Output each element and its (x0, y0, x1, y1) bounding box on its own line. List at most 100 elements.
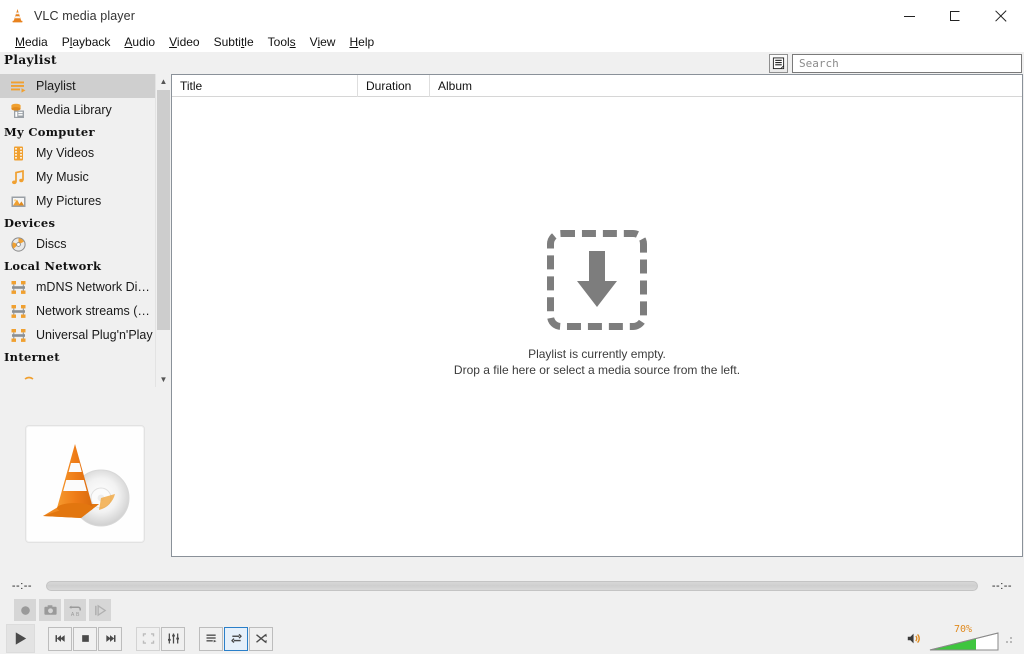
sidebar-item-media-library[interactable]: Media Library (0, 98, 155, 122)
remaining-time: --:-- (991, 580, 1013, 592)
video-filmstrip-icon (10, 145, 27, 162)
playback-controls-row: 70% (0, 623, 1024, 654)
title-bar: VLC media player (0, 0, 1024, 32)
drop-target[interactable]: Playlist is currently empty. Drop a file… (453, 229, 741, 378)
menu-help[interactable]: Help (342, 33, 381, 51)
view-controls-group (136, 626, 185, 651)
sidebar-group-header: Internet (4, 350, 60, 364)
menu-subtitle[interactable]: Subtitle (207, 33, 261, 51)
menu-bar: Media Playback Audio Video Subtitle Tool… (0, 32, 1024, 52)
sidebar-item-universal-plug-n-play[interactable]: Universal Plug'n'Play (0, 323, 155, 347)
snapshot-button[interactable] (39, 599, 61, 621)
sidebar-item-label: My Videos (36, 146, 95, 160)
playlist-empty-area[interactable]: Playlist is currently empty. Drop a file… (172, 97, 1022, 556)
previous-button[interactable] (48, 626, 72, 651)
empty-state-line-2: Drop a file here or select a media sourc… (453, 362, 741, 377)
vlc-cone-logo (25, 425, 145, 543)
maximize-button[interactable] (932, 0, 978, 32)
menu-view[interactable]: View (303, 33, 343, 51)
title-bar-left: VLC media player (0, 8, 135, 24)
sidebar-item-mdns-network-discovery[interactable]: mDNS Network Disco... (0, 275, 155, 299)
sidebar-item-label: My Music (36, 170, 89, 184)
main-body: Playlist Media Library My Computer My Vi… (0, 74, 1024, 575)
sidebar-item-my-pictures[interactable]: My Pictures (0, 189, 155, 213)
vlc-cone-icon (9, 8, 26, 24)
sidebar-item-playlist[interactable]: Playlist (0, 74, 155, 98)
sidebar: Playlist Media Library My Computer My Vi… (0, 74, 170, 575)
menu-tools[interactable]: Tools (261, 33, 303, 51)
sidebar-item-label: Network streams (SAP) (36, 304, 155, 318)
column-header-album[interactable]: Album (430, 75, 1022, 97)
picture-icon (10, 193, 27, 210)
playlist-tools-group (199, 626, 273, 651)
play-button[interactable] (6, 624, 35, 653)
media-library-icon (10, 102, 27, 119)
column-header-duration[interactable]: Duration (358, 74, 430, 97)
chevron-down-icon[interactable]: ▼ (156, 372, 171, 387)
window-controls (886, 0, 1024, 32)
extended-controls-row: A B (0, 597, 1024, 623)
playlist-icon (10, 78, 27, 95)
close-icon (995, 10, 1007, 22)
transport-group (48, 626, 122, 651)
sidebar-item-label: mDNS Network Disco... (36, 280, 155, 294)
seek-bar-row: --:-- --:-- (0, 575, 1024, 597)
sidebar-group-header: Devices (4, 216, 56, 230)
scrollbar-thumb[interactable] (157, 90, 170, 330)
playlist-header: Title Duration Album (172, 74, 1022, 97)
sidebar-scrollbar[interactable]: ▲ ▼ (155, 74, 170, 387)
network-icon (10, 327, 27, 344)
menu-playback[interactable]: Playback (55, 33, 118, 51)
network-icon (10, 279, 27, 296)
search-input-wrapper[interactable] (792, 53, 1022, 73)
list-view-icon[interactable] (769, 53, 788, 73)
equalizer-button[interactable] (161, 626, 185, 651)
frame-step-button[interactable] (89, 599, 111, 621)
ab-loop-button[interactable]: A B (64, 599, 86, 621)
window-title: VLC media player (34, 9, 135, 23)
playlist-pane: Title Duration Album Playlist is current… (171, 74, 1023, 575)
sidebar-group-header: My Computer (4, 125, 95, 139)
close-button[interactable] (978, 0, 1024, 32)
sidebar-item-my-music[interactable]: My Music (0, 165, 155, 189)
minimize-button[interactable] (886, 0, 932, 32)
fullscreen-button[interactable] (136, 626, 160, 651)
stop-button[interactable] (73, 626, 97, 651)
loop-button[interactable] (224, 626, 248, 651)
sidebar-caption: Playlist (4, 53, 57, 67)
sidebar-group-header: Local Network (4, 259, 102, 273)
disc-icon (10, 236, 27, 253)
shuffle-button[interactable] (249, 626, 273, 651)
empty-state-line-1: Playlist is currently empty. (528, 346, 666, 361)
sidebar-item-label: My Pictures (36, 194, 102, 208)
menu-media[interactable]: Media (8, 33, 55, 51)
maximize-icon (950, 11, 960, 21)
volume-area: 70% (906, 623, 1024, 652)
search-input[interactable] (797, 55, 1017, 71)
internet-partial-icon (0, 368, 155, 386)
sidebar-tree-wrapper: Playlist Media Library My Computer My Vi… (0, 74, 170, 387)
volume-slider[interactable]: 70% (928, 623, 1000, 652)
drop-target-download-icon (546, 229, 647, 330)
sidebar-item-label: Discs (36, 237, 67, 251)
elapsed-time: --:-- (11, 580, 33, 592)
sidebar-tree: Playlist Media Library My Computer My Vi… (0, 74, 155, 387)
sidebar-item-my-videos[interactable]: My Videos (0, 141, 155, 165)
svg-text:A: A (70, 612, 74, 618)
next-button[interactable] (98, 626, 122, 651)
menu-video[interactable]: Video (162, 33, 206, 51)
seek-slider[interactable] (46, 581, 978, 591)
menu-audio[interactable]: Audio (117, 33, 162, 51)
sidebar-item-discs[interactable]: Discs (0, 232, 155, 256)
record-button[interactable] (14, 599, 36, 621)
vlc-main-window: VLC media player Media Playback Audio Vi… (0, 0, 1024, 654)
resize-grip[interactable] (1006, 633, 1014, 645)
volume-percent-label: 70% (954, 623, 973, 635)
playlist-view: Title Duration Album Playlist is current… (171, 74, 1023, 557)
chevron-up-icon[interactable]: ▲ (156, 74, 171, 89)
speaker-icon[interactable] (906, 631, 922, 646)
playlist-toggle-button[interactable] (199, 626, 223, 651)
network-icon (10, 303, 27, 320)
column-header-title[interactable]: Title (172, 74, 358, 97)
sidebar-item-network-streams-sap[interactable]: Network streams (SAP) (0, 299, 155, 323)
